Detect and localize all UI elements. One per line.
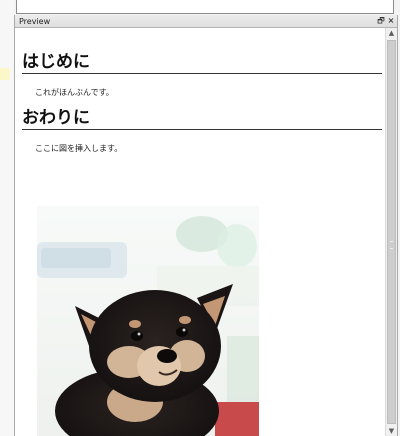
section-heading: おわりに xyxy=(22,108,382,130)
vertical-scrollbar[interactable]: ▲ ▼ xyxy=(385,28,397,436)
line-highlight xyxy=(0,68,10,80)
panel-header: Preview 🗗 × xyxy=(15,15,397,28)
section-body: これがほんぶんです。 xyxy=(35,88,114,97)
close-icon[interactable]: × xyxy=(386,15,396,27)
panel-title: Preview xyxy=(19,17,51,26)
editor-pane[interactable] xyxy=(16,0,394,14)
section-heading: はじめに xyxy=(22,52,382,74)
left-gutter xyxy=(0,0,14,436)
scroll-thumb[interactable] xyxy=(387,40,396,424)
section-body: ここに図を挿入します。 xyxy=(35,144,123,153)
puppy-illustration xyxy=(37,206,259,436)
preview-panel: Preview 🗗 × はじめに これがほんぶんです。 おわりに ここに図を挿入… xyxy=(14,15,398,436)
grip-icon xyxy=(390,241,393,249)
preview-content: はじめに これがほんぶんです。 おわりに ここに図を挿入します。 xyxy=(16,28,384,436)
restore-icon[interactable]: 🗗 xyxy=(376,15,386,27)
puppy-photo xyxy=(37,206,259,436)
scroll-down-icon[interactable]: ▼ xyxy=(386,426,397,436)
scroll-up-icon[interactable]: ▲ xyxy=(386,28,397,38)
